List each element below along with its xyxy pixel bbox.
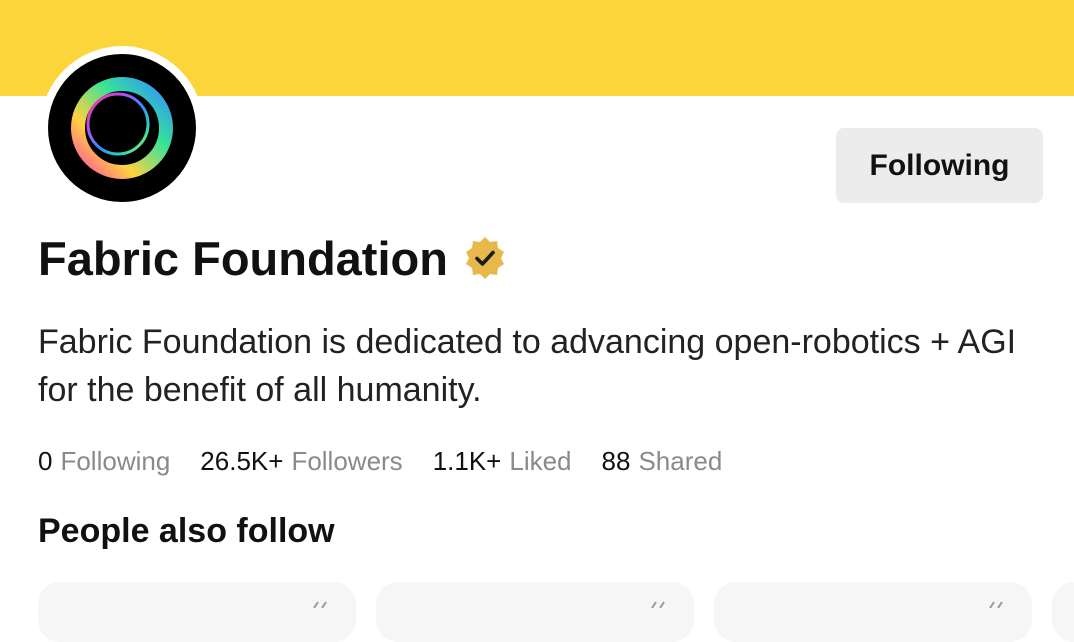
profile-bio: Fabric Foundation is dedicated to advanc… [38, 323, 1017, 409]
stat-liked[interactable]: 1.1K+ Liked [433, 446, 572, 477]
profile-name: Fabric Foundation [38, 231, 448, 285]
close-icon[interactable] [310, 598, 334, 608]
stat-followers[interactable]: 26.5K+ Followers [200, 446, 402, 477]
stat-shared[interactable]: 88 Shared [602, 446, 723, 477]
suggestion-card[interactable] [1052, 582, 1074, 642]
close-icon[interactable] [648, 598, 672, 608]
following-button[interactable]: Following [836, 128, 1043, 203]
profile-stats: 0 Following 26.5K+ Followers 1.1K+ Liked… [38, 446, 752, 477]
avatar[interactable] [40, 46, 204, 210]
stat-label: Liked [509, 446, 572, 476]
suggestion-card[interactable] [714, 582, 1032, 642]
close-icon[interactable] [986, 598, 1010, 608]
suggestion-card[interactable] [38, 582, 356, 642]
stat-label: Shared [638, 446, 723, 476]
profile-name-row: Fabric Foundation [38, 226, 508, 290]
stat-value: 88 [601, 446, 631, 476]
avatar-logo [48, 54, 196, 202]
stat-value: 0 [38, 446, 53, 476]
stat-value: 1.1K+ [432, 446, 502, 476]
stat-value: 26.5K+ [200, 446, 284, 476]
stat-label: Followers [291, 446, 403, 476]
stat-following[interactable]: 0 Following [38, 446, 170, 477]
stat-label: Following [60, 446, 171, 476]
fabric-ring-logo-icon [71, 77, 173, 179]
suggestion-card[interactable] [376, 582, 694, 642]
people-also-follow-heading: People also follow [38, 512, 335, 550]
verified-badge-icon [462, 235, 508, 281]
